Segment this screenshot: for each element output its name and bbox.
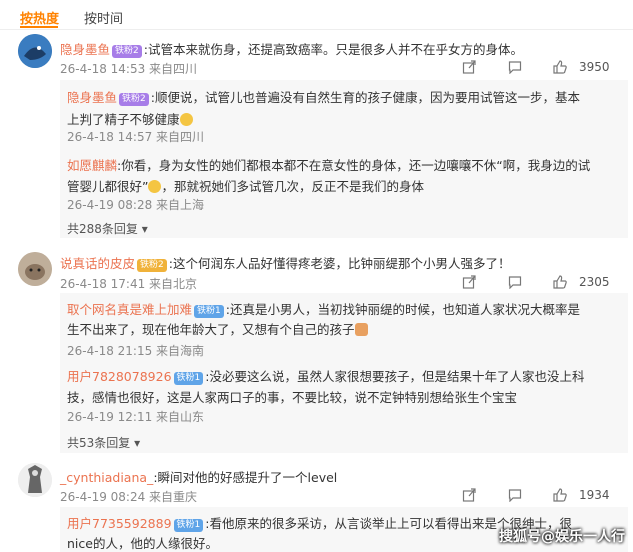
comment-icon[interactable]	[508, 487, 522, 502]
sort-tabs: 按热度 按时间	[0, 0, 633, 30]
tab-hot[interactable]: 按热度	[20, 8, 59, 27]
like-count: 1934	[578, 487, 610, 502]
avatar[interactable]	[18, 252, 52, 286]
more-replies-link[interactable]: 共288条回复 ▾	[67, 220, 148, 237]
reply-text-continued: nice的人，他的人缘很好。	[67, 533, 218, 552]
comment-text: :瞬间对他的好感提升了一个level	[153, 470, 338, 485]
reply-text-line2: 生不出来了，现在他年龄大了，又想有个自己的孩子	[67, 322, 355, 337]
watermark: 搜狐号@娱乐一人行	[499, 529, 625, 545]
reply-text-line2: 上判了精子不够健康	[67, 112, 180, 127]
reply-username[interactable]: 取个网名真是难上加难	[67, 302, 192, 317]
fan-badge: 铁粉1	[173, 519, 204, 532]
avatar-image	[18, 34, 52, 68]
reply-text-line2: 技，感情也很好，这是人家两口子的事，不要比较，说不定钟特别想给张生个宝宝	[67, 390, 518, 405]
comment-username[interactable]: 隐身墨鱼	[60, 42, 110, 57]
reply: 用户7828078926 铁粉1:没必要这么说，虽然人家很想要孩子，但是结果十年了…	[67, 366, 584, 385]
share-icon[interactable]	[462, 274, 476, 289]
reply: 用户7735592889 铁粉1:看他原来的很多采访，从言谈举止上可以看得出来是个…	[67, 513, 572, 532]
reply-text-continued: 上判了精子不够健康	[67, 109, 193, 128]
reply-text-line2: nice的人，他的人缘很好。	[67, 536, 218, 551]
fan-badge: 铁粉1	[173, 372, 204, 385]
fan-badge: 铁粉2	[112, 45, 142, 58]
comment-icon[interactable]	[508, 274, 522, 289]
tab-time[interactable]: 按时间	[84, 8, 123, 27]
like-count: 2305	[578, 274, 610, 289]
comment-meta: 26-4-18 14:53 来自四川	[60, 62, 198, 76]
like-count: 3950	[578, 59, 610, 74]
like-icon[interactable]	[553, 487, 568, 502]
comment-meta: 26-4-18 17:41 来自北京	[60, 277, 198, 291]
emoji-icon	[148, 180, 162, 193]
comment-username[interactable]: 说真话的皮皮	[60, 256, 135, 271]
avatar[interactable]	[18, 34, 52, 68]
more-replies-link[interactable]: 共53条回复 ▾	[67, 434, 140, 451]
share-icon[interactable]	[462, 487, 476, 502]
share-icon[interactable]	[462, 59, 476, 74]
reply-text: :顺便说，试管儿也普遍没有自然生育的孩子健康，因为要用试管这一步，基本	[150, 90, 580, 105]
reply-username[interactable]: 隐身墨鱼	[67, 90, 117, 105]
comment-text: :试管本来就伤身，还提高致癌率。只是很多人并不在乎女方的身体。	[143, 42, 523, 57]
reply: 如愿麒麟:你看，身为女性的她们都根本都不在意女性的身体，还一边嚷嚷不休“啊，我身…	[67, 155, 590, 174]
comment-line: _cynthiadiana_:瞬间对他的好感提升了一个level	[60, 467, 337, 486]
chevron-down-icon: ▾	[141, 222, 148, 236]
reply: 隐身墨鱼 铁粉2:顺便说，试管儿也普遍没有自然生育的孩子健康，因为要用试管这一步，…	[67, 87, 580, 106]
emoji-icon	[179, 113, 193, 126]
reply-text-continued: 技，感情也很好，这是人家两口子的事，不要比较，说不定钟特别想给张生个宝宝	[67, 387, 517, 406]
comment-text: :这个何润东人品好懂得疼老婆，比钟丽缇那个小男人强多了！	[168, 256, 511, 271]
reply-username[interactable]: 如愿麒麟	[67, 158, 117, 173]
more-replies-label: 共53条回复	[67, 436, 131, 450]
comment-actions: 2305	[462, 274, 610, 289]
reply-meta: 26-4-18 14:57 来自四川	[67, 130, 205, 144]
fan-badge: 铁粉1	[194, 305, 224, 318]
fan-badge: 铁粉2	[119, 93, 149, 106]
comment-meta: 26-4-19 08:24 来自重庆	[60, 490, 198, 504]
reply-text: :你看，身为女性的她们都根本都不在意女性的身体，还一边嚷嚷不休“啊，我身边的试	[117, 158, 591, 173]
reply: 取个网名真是难上加难 铁粉1:还真是小男人，当初找钟丽缇的时候，也知道人家状况大概…	[67, 299, 580, 318]
avatar-image	[18, 463, 52, 497]
reply-text: :还真是小男人，当初找钟丽缇的时候，也知道人家状况大概率是	[225, 302, 580, 317]
like-icon[interactable]	[553, 59, 568, 74]
avatar[interactable]	[18, 463, 52, 497]
reply-text-line2: 管婴儿都很好”	[67, 179, 149, 194]
reply-meta: 26-4-19 08:28 来自上海	[67, 198, 205, 212]
reply-meta: 26-4-19 12:11 来自山东	[67, 410, 205, 424]
reply-meta: 26-4-18 21:15 来自海南	[67, 344, 205, 358]
reply-text-continued: 管婴儿都很好” ，那就祝她们多试管几次，反正不是我们的身体	[67, 176, 424, 195]
reply-username[interactable]: 用户7735592889	[67, 516, 172, 531]
tab-hot-underline	[20, 26, 58, 28]
reply-text-continued: 生不出来了，现在他年龄大了，又想有个自己的孩子	[67, 319, 368, 338]
chevron-down-icon: ▾	[134, 436, 141, 450]
like-icon[interactable]	[553, 274, 568, 289]
reply-text-line2b: ，那就祝她们多试管几次，反正不是我们的身体	[161, 179, 424, 194]
avatar-image	[18, 252, 52, 286]
fan-badge: 铁粉2	[137, 259, 167, 272]
comment-icon[interactable]	[508, 59, 522, 74]
more-replies-label: 共288条回复	[67, 222, 138, 236]
emoji-icon	[354, 323, 368, 336]
comment-line: 隐身墨鱼 铁粉2:试管本来就伤身，还提高致癌率。只是很多人并不在乎女方的身体。	[60, 39, 523, 58]
comment-line: 说真话的皮皮 铁粉2:这个何润东人品好懂得疼老婆，比钟丽缇那个小男人强多了！	[60, 253, 510, 272]
reply-text: :没必要这么说，虽然人家很想要孩子，但是结果十年了人家也没上科	[205, 369, 585, 384]
comment-actions: 3950	[462, 59, 610, 74]
reply-username[interactable]: 用户7828078926	[67, 369, 172, 384]
comment-username[interactable]: _cynthiadiana_	[60, 470, 153, 485]
comment-actions: 1934	[462, 487, 610, 502]
